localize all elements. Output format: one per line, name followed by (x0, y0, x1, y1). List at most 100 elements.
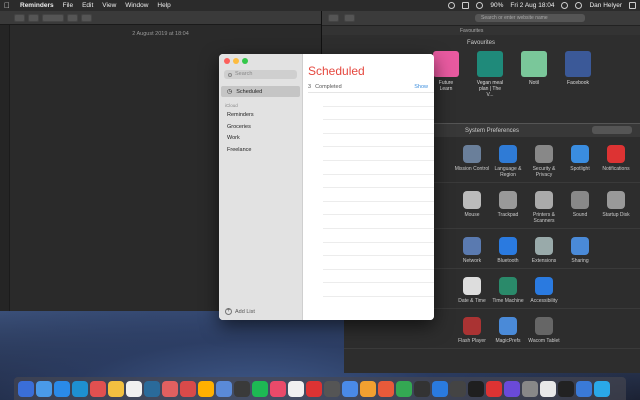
zoom-button[interactable] (242, 58, 248, 64)
list-item[interactable] (323, 147, 434, 161)
list-item[interactable] (323, 120, 434, 134)
preference-pane[interactable]: Mouse (454, 191, 490, 224)
avatar[interactable] (575, 2, 583, 9)
preference-pane[interactable]: Bluetooth (490, 237, 526, 264)
list-item[interactable] (323, 243, 434, 257)
list-item[interactable] (323, 202, 434, 216)
preference-pane[interactable]: Security & Privacy (526, 145, 562, 178)
dock-app-icon[interactable] (342, 380, 358, 397)
airplay-icon[interactable] (462, 2, 470, 9)
list-item[interactable] (323, 215, 434, 229)
preference-pane[interactable]: Language & Region (490, 145, 526, 178)
preference-pane[interactable]: Flash Player (454, 317, 490, 344)
sidebar-item-groceries[interactable]: Groceries (227, 122, 302, 134)
dock-app-icon[interactable] (360, 380, 376, 397)
list-item[interactable] (323, 229, 434, 243)
preference-pane[interactable]: Spotlight (562, 145, 598, 178)
dock-app-icon[interactable] (306, 380, 322, 397)
list-item[interactable] (323, 93, 434, 107)
dock-app-icon[interactable] (144, 380, 160, 397)
list-item[interactable] (323, 188, 434, 202)
list-item[interactable] (323, 256, 434, 270)
preference-pane[interactable]: Date & Time (454, 277, 490, 304)
favourite-item[interactable]: Future Learn (432, 51, 460, 98)
dock-app-icon[interactable] (36, 380, 52, 397)
preference-pane[interactable]: Sound (562, 191, 598, 224)
dock-app-icon[interactable] (540, 380, 556, 397)
dock-app-icon[interactable] (108, 380, 124, 397)
notification-center-icon[interactable] (629, 2, 636, 9)
preference-pane[interactable]: Notifications (598, 145, 634, 178)
favourite-item[interactable]: Notil (520, 51, 548, 98)
dock-app-icon[interactable] (288, 380, 304, 397)
preference-pane[interactable]: Mission Control (454, 145, 490, 178)
dock-app-icon[interactable] (216, 380, 232, 397)
dock-app-icon[interactable] (72, 380, 88, 397)
search-icon[interactable] (561, 2, 569, 9)
tab-favourites[interactable]: Favourites (460, 28, 483, 34)
dock-app-icon[interactable] (198, 380, 214, 397)
add-list-button[interactable]: + Add List (225, 308, 255, 315)
preference-pane[interactable]: Printers & Scanners (526, 191, 562, 224)
address-bar[interactable]: Search or enter website name (475, 14, 585, 22)
battery-percent[interactable]: 90% (490, 2, 503, 9)
dock-app-icon[interactable] (558, 380, 574, 397)
preference-pane[interactable]: MagicPrefs (490, 317, 526, 344)
dock-app-icon[interactable] (54, 380, 70, 397)
menu-file[interactable]: File (63, 2, 73, 9)
sidebar-item-work[interactable]: Work (227, 133, 302, 145)
search-field[interactable]: Search (224, 70, 297, 79)
sidebar-item-reminders[interactable]: Reminders (227, 110, 302, 122)
preference-pane[interactable]: Network (454, 237, 490, 264)
list-item[interactable] (323, 283, 434, 297)
menu-help[interactable]: Help (157, 2, 170, 9)
dock-app-icon[interactable] (270, 380, 286, 397)
favourite-item[interactable]: Vegan meal plan | The V... (476, 51, 504, 98)
delete-button[interactable] (14, 13, 25, 22)
show-completed-button[interactable]: Show (414, 84, 428, 90)
preference-pane[interactable]: Time Machine (490, 277, 526, 304)
attachments-button[interactable] (81, 13, 92, 22)
menu-edit[interactable]: Edit (82, 2, 93, 9)
apple-menu-icon[interactable]:  (4, 1, 12, 10)
dock-app-icon[interactable] (468, 380, 484, 397)
search-input[interactable] (592, 126, 632, 134)
dock-app-icon[interactable] (126, 380, 142, 397)
dock-app-icon[interactable] (432, 380, 448, 397)
favourite-item[interactable]: Facebook (564, 51, 592, 98)
list-item[interactable] (323, 134, 434, 148)
list-item[interactable] (323, 175, 434, 189)
dock-app-icon[interactable] (576, 380, 592, 397)
forward-button[interactable] (344, 14, 355, 22)
dock-app-icon[interactable] (486, 380, 502, 397)
close-button[interactable] (224, 58, 230, 64)
checklist-button[interactable] (42, 13, 64, 22)
preference-pane[interactable]: Accessibility (526, 277, 562, 304)
dock-app-icon[interactable] (18, 380, 34, 397)
dock-app-icon[interactable] (378, 380, 394, 397)
preference-pane[interactable]: Sharing (562, 237, 598, 264)
dock-app-icon[interactable] (450, 380, 466, 397)
menu-view[interactable]: View (102, 2, 116, 9)
dock-app-icon[interactable] (324, 380, 340, 397)
sidebar-item-scheduled[interactable]: ◷ Scheduled (221, 86, 300, 97)
dock-app-icon[interactable] (594, 380, 610, 397)
clock[interactable]: Fri 2 Aug 18:04 (510, 2, 554, 9)
sidebar-item-freelance[interactable]: Freelance (227, 145, 302, 157)
dock-app-icon[interactable] (180, 380, 196, 397)
dock-app-icon[interactable] (162, 380, 178, 397)
list-item[interactable] (323, 161, 434, 175)
user-name[interactable]: Dan Helyer (589, 2, 622, 9)
preference-pane[interactable]: Wacom Tablet (526, 317, 562, 344)
list-item[interactable] (323, 270, 434, 284)
compose-button[interactable] (28, 13, 39, 22)
preference-pane[interactable]: Startup Disk (598, 191, 634, 224)
list-item[interactable] (323, 107, 434, 121)
back-button[interactable] (328, 14, 339, 22)
dock-app-icon[interactable] (234, 380, 250, 397)
table-button[interactable] (67, 13, 78, 22)
dock-app-icon[interactable] (396, 380, 412, 397)
menu-window[interactable]: Window (125, 2, 148, 9)
minimize-button[interactable] (233, 58, 239, 64)
dock-app-icon[interactable] (522, 380, 538, 397)
